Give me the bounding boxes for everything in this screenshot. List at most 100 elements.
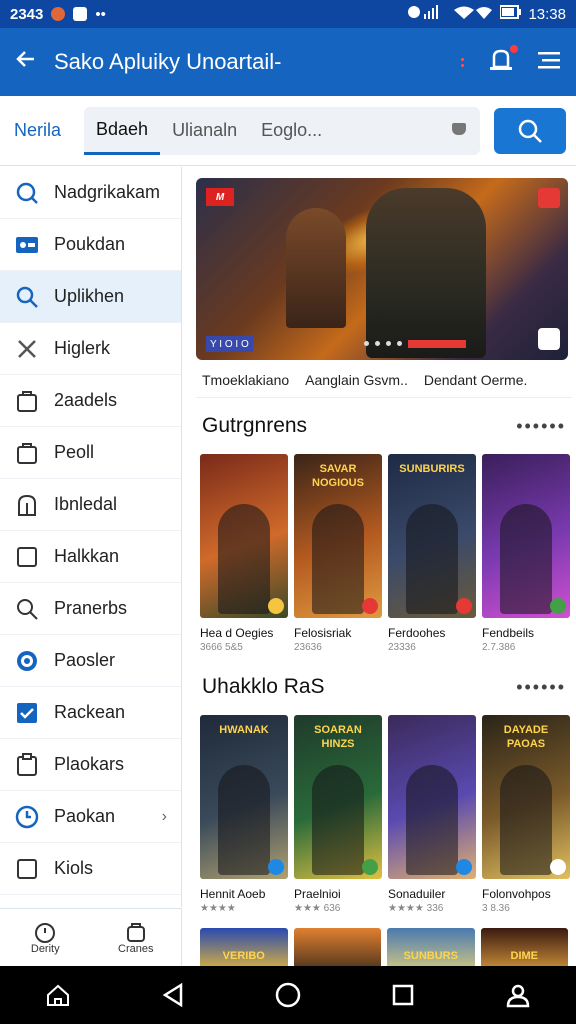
sidebar-item-9[interactable]: Pranerbs bbox=[0, 583, 181, 635]
status-right-time: 13:38 bbox=[528, 5, 566, 23]
mic-icon[interactable] bbox=[452, 122, 466, 135]
profile-icon[interactable] bbox=[504, 981, 532, 1009]
game-badge-icon bbox=[456, 598, 472, 614]
game-card-title: Praelnioi bbox=[294, 887, 341, 901]
game-card-peek[interactable]: VERIBO bbox=[200, 928, 288, 968]
game-badge-icon bbox=[362, 859, 378, 875]
game-card-meta: 23336 bbox=[388, 642, 416, 653]
game-logo bbox=[206, 462, 282, 494]
sidebar-item-label: Paosler bbox=[54, 650, 116, 670]
banner-hero-figure bbox=[366, 188, 486, 358]
sidebar-item-label: Kiols bbox=[54, 858, 94, 878]
sidebar-item-12[interactable]: Plaokars bbox=[0, 739, 181, 791]
tab-first[interactable]: Nerila bbox=[0, 120, 84, 141]
sidebar-item-label: Paokan bbox=[54, 806, 116, 826]
banner-caption-2[interactable]: Aanglain Gsvm.. bbox=[305, 372, 408, 397]
sidebar-item-4[interactable]: Higlerk bbox=[0, 323, 181, 375]
square-icon bbox=[14, 544, 40, 570]
notification-badge bbox=[510, 44, 518, 53]
game-card[interactable]: Fendbeils 2.7.386 bbox=[482, 454, 570, 653]
search-tab-2[interactable]: Ulianaln bbox=[160, 107, 249, 155]
game-card[interactable]: HWANAK Hennit Aoeb ★★★★ bbox=[200, 715, 288, 914]
sidebar-item-14[interactable]: Kiols bbox=[0, 843, 181, 895]
game-character-figure bbox=[312, 504, 364, 614]
menu-icon[interactable] bbox=[538, 50, 562, 75]
banner-corner-icon[interactable] bbox=[538, 328, 560, 350]
home-circle-icon[interactable] bbox=[274, 981, 302, 1009]
banner-caption-3[interactable]: Dendant Oerme. bbox=[424, 372, 528, 397]
back-arrow-icon[interactable] bbox=[14, 47, 46, 78]
sidebar-bottom-tabs: Derity Cranes bbox=[0, 908, 182, 966]
section-header: Gutrgnrens •••••• bbox=[196, 398, 572, 454]
more-options-icon[interactable]: •••••• bbox=[516, 677, 566, 698]
sidebar-item-label: Ibnledal bbox=[54, 494, 118, 514]
sidebar-item-13[interactable]: Paokan › bbox=[0, 791, 181, 843]
game-character-figure bbox=[218, 765, 270, 875]
more-notifications-icon: •• bbox=[95, 5, 106, 23]
game-card-peek[interactable] bbox=[293, 928, 381, 968]
game-card[interactable]: SOARAN HINZS Praelnioi ★★★ 636 bbox=[294, 715, 382, 914]
sidebar-item-7[interactable]: Ibnledal bbox=[0, 479, 181, 531]
game-card[interactable]: Sonaduiler ★★★★ 336 bbox=[388, 715, 476, 914]
banner-caption-1[interactable]: Tmoeklakiano bbox=[202, 372, 289, 397]
section-title: Gutrgnrens bbox=[202, 414, 308, 437]
game-badge-icon bbox=[268, 859, 284, 875]
banner-logo: M bbox=[206, 188, 234, 206]
sidebar-item-10[interactable]: Paosler bbox=[0, 635, 181, 687]
game-card[interactable]: DAYADE PAOAS Folonvohpos 3 8.36 bbox=[482, 715, 570, 914]
sidebar-item-label: Higlerk bbox=[54, 338, 111, 358]
bottom-tab-1[interactable]: Derity bbox=[0, 909, 91, 966]
more-options-icon[interactable]: •••••• bbox=[516, 416, 566, 437]
game-card-title: Ferdoohes bbox=[388, 626, 446, 640]
game-card-art: SOARAN HINZS bbox=[294, 715, 382, 879]
sidebar-item-6[interactable]: Peoll bbox=[0, 427, 181, 479]
game-card-meta: ★★★★ bbox=[200, 903, 236, 914]
clock-icon bbox=[14, 804, 40, 830]
game-logo bbox=[488, 462, 564, 494]
banner-pager-dots bbox=[364, 341, 402, 346]
game-logo: SUNBURIRS bbox=[399, 463, 465, 475]
game-card[interactable]: SUNBURIRS Ferdoohes 23336 bbox=[388, 454, 476, 653]
game-card-title: Folonvohpos bbox=[482, 887, 551, 901]
game-card-peek[interactable]: SUNBURS bbox=[387, 928, 475, 968]
game-card[interactable]: SAVAR NOGIOUS Felosisriak 23636 bbox=[294, 454, 382, 653]
game-card-art: DAYADE PAOAS bbox=[482, 715, 570, 879]
recents-icon[interactable] bbox=[389, 981, 417, 1009]
app-bar: Sako Apluiky Unoartail- bbox=[0, 28, 576, 96]
featured-banner[interactable]: M Y I O I O bbox=[196, 178, 568, 360]
banner-captions: Tmoeklakiano Aanglain Gsvm.. Dendant Oer… bbox=[196, 360, 572, 398]
search-tab-3[interactable]: Eoglo... bbox=[249, 107, 334, 155]
sidebar-item-2[interactable]: Poukdan bbox=[0, 219, 181, 271]
game-logo: HWANAK bbox=[219, 724, 269, 736]
back-icon[interactable] bbox=[159, 981, 187, 1009]
search-icon bbox=[14, 284, 40, 310]
game-character-figure bbox=[500, 765, 552, 875]
bottom-tab-2[interactable]: Cranes bbox=[91, 909, 182, 966]
sidebar-item-11[interactable]: Rackean bbox=[0, 687, 181, 739]
search-circle-icon bbox=[14, 180, 40, 206]
battery-icon bbox=[499, 5, 522, 23]
game-badge-icon bbox=[362, 598, 378, 614]
game-badge-icon bbox=[550, 598, 566, 614]
game-card-art: SUNBURIRS bbox=[388, 454, 476, 618]
sidebar-item-label: 2aadels bbox=[54, 390, 118, 410]
sidebar-item-1[interactable]: Nadgrikakam bbox=[0, 167, 181, 219]
sidebar-item-5[interactable]: 2aadels bbox=[0, 375, 181, 427]
search-button[interactable] bbox=[494, 107, 566, 154]
home-icon[interactable] bbox=[44, 981, 72, 1009]
game-logo: DAYADE PAOAS bbox=[503, 724, 549, 750]
search-box[interactable]: Bdaeh Ulianaln Eoglo... bbox=[84, 106, 480, 155]
tab-search-row: Nerila Bdaeh Ulianaln Eoglo... bbox=[0, 96, 576, 166]
notification-app-icon bbox=[51, 7, 66, 21]
game-card[interactable]: Hea d Oegies 3666 5&5 bbox=[200, 454, 288, 653]
sidebar-item-8[interactable]: Halkkan bbox=[0, 531, 181, 583]
search-tab-1[interactable]: Bdaeh bbox=[84, 107, 161, 155]
dots-indicator-icon bbox=[461, 57, 464, 67]
game-card-peek[interactable]: DIME bbox=[480, 928, 568, 968]
sidebar-item-3[interactable]: Uplikhen bbox=[0, 271, 181, 323]
badge-icon bbox=[14, 232, 40, 258]
game-character-figure bbox=[406, 765, 458, 875]
banner-label: Y I O I O bbox=[206, 336, 253, 352]
checkbox-icon bbox=[14, 700, 40, 726]
notifications-icon[interactable] bbox=[488, 44, 518, 78]
